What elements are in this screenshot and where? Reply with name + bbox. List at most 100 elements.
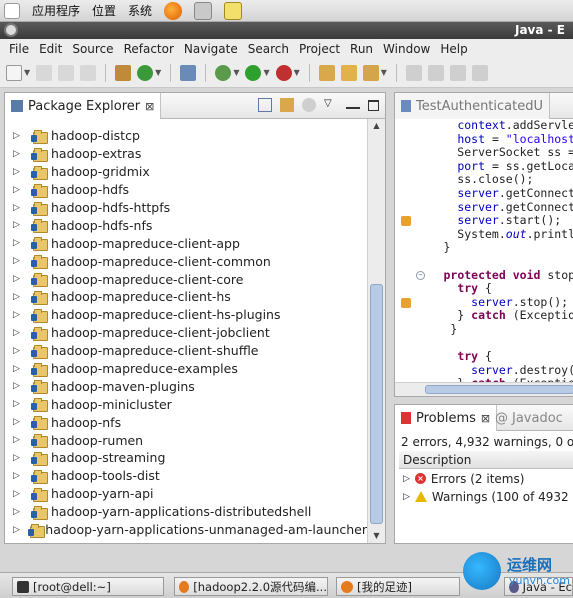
notes-icon[interactable]	[224, 1, 243, 20]
expand-icon[interactable]: ▷	[13, 292, 27, 302]
tree-row[interactable]: ▷ hadoop-mapreduce-client-common	[5, 252, 367, 270]
tools-icon[interactable]	[362, 64, 379, 81]
tree-row[interactable]: ▷ hadoop-mapreduce-client-jobclient	[5, 324, 367, 342]
maximize-icon[interactable]	[368, 99, 379, 111]
tree-row[interactable]: ▷ hadoop-yarn-applications-unmanaged-am-l…	[5, 521, 367, 539]
tree-row[interactable]: ▷ hadoop-hdfs-nfs	[5, 216, 367, 234]
code-line[interactable]	[395, 255, 573, 269]
tree-row[interactable]: ▷ hadoop-extras	[5, 145, 367, 163]
scroll-down-icon[interactable]: ▼	[368, 529, 385, 543]
code-line[interactable]: protected void stop −	[395, 268, 573, 283]
chevron-down-icon[interactable]: ▼	[381, 68, 387, 77]
tree-row[interactable]: ▷ hadoop-minicluster	[5, 395, 367, 413]
taskbar-item-footprint[interactable]: [我的足迹]	[336, 577, 460, 596]
foot-icon[interactable]	[4, 2, 20, 19]
tree-row[interactable]: ▷ hadoop-yarn-api	[5, 485, 367, 503]
tree-row[interactable]: ▷ hadoop-mapreduce-client-shuffle	[5, 342, 367, 360]
taskbar-item-firefox[interactable]: [hadoop2.2.0源代码编...	[174, 577, 328, 596]
code-line[interactable]: port = ss.getLocal	[395, 159, 573, 174]
menu-window[interactable]: Window	[378, 42, 435, 56]
tree-row[interactable]: ▷ hadoop-mapreduce-client-hs-plugins	[5, 306, 367, 324]
pencil-icon[interactable]	[405, 64, 422, 81]
menu-project[interactable]: Project	[294, 42, 345, 56]
code-line[interactable]: }	[395, 241, 573, 255]
tree-row[interactable]: ▷ hadoop-maven-plugins	[5, 377, 367, 395]
tree-row[interactable]: ▷ hadoop-rumen	[5, 431, 367, 449]
code-line[interactable]: try {	[395, 349, 573, 364]
open-type-icon[interactable]	[115, 64, 132, 81]
tree-row[interactable]: ▷ hadoop-mapreduce-client-core	[5, 270, 367, 288]
expand-icon[interactable]: ▷	[13, 328, 27, 338]
tab-problems[interactable]: Problems ⊠	[395, 405, 498, 431]
expand-icon[interactable]: ▷	[13, 346, 27, 356]
code-line[interactable]: ss.close();	[395, 173, 573, 187]
chevron-down-icon[interactable]: ▼	[155, 68, 161, 77]
close-icon[interactable]: ⊠	[481, 412, 490, 425]
code-line[interactable]: }	[395, 322, 573, 337]
menu-search[interactable]: Search	[243, 42, 294, 56]
chevron-down-icon[interactable]: ▼	[233, 68, 239, 77]
new-package-icon[interactable]	[318, 64, 335, 81]
close-icon[interactable]: ⊠	[145, 100, 154, 113]
expand-icon[interactable]: ▷	[13, 203, 27, 213]
minimize-icon[interactable]	[346, 101, 360, 109]
expand-icon[interactable]: ▷	[13, 489, 27, 499]
problem-category-errors[interactable]: ▷ × Errors (2 items)	[403, 470, 524, 487]
collapse-all-icon[interactable]	[258, 98, 272, 112]
scroll-up-icon[interactable]: ▲	[368, 119, 385, 133]
code-line[interactable]: server.getConnecto	[395, 186, 573, 201]
tab-editor-file[interactable]: TestAuthenticatedU	[395, 93, 550, 119]
lightning-icon[interactable]	[427, 64, 444, 81]
open-folder-icon[interactable]	[340, 64, 357, 81]
expand-icon[interactable]: ▷	[13, 507, 27, 517]
expand-icon[interactable]: ▷	[13, 525, 24, 535]
tree-row[interactable]: ▷ hadoop-gridmix	[5, 163, 367, 181]
menu-file[interactable]: File	[4, 42, 34, 56]
tree-row[interactable]: ▷ hadoop-hdfs-httpfs	[5, 199, 367, 217]
expand-icon[interactable]: ▷	[13, 220, 27, 230]
expand-icon[interactable]: ▷	[403, 492, 410, 502]
chevron-down-icon[interactable]: ▼	[24, 68, 30, 77]
tab-package-explorer[interactable]: Package Explorer ⊠	[5, 93, 162, 119]
save-all-icon[interactable]	[58, 64, 75, 81]
expand-icon[interactable]: ▷	[13, 381, 27, 391]
expand-icon[interactable]: ▷	[13, 364, 27, 374]
expand-icon[interactable]: ▷	[13, 310, 27, 320]
expand-icon[interactable]: ▷	[13, 167, 27, 177]
expand-icon[interactable]: ▷	[13, 238, 27, 248]
column-header-description[interactable]: Description	[399, 451, 573, 469]
tree-row[interactable]: ▷ hadoop-distcp	[5, 127, 367, 145]
print-icon[interactable]	[80, 64, 97, 81]
code-line[interactable]: System.out.println	[395, 227, 573, 242]
run-icon[interactable]	[245, 64, 262, 81]
expand-icon[interactable]: ▷	[403, 474, 410, 484]
chevron-down-icon[interactable]: ▼	[263, 68, 269, 77]
chevron-down-icon[interactable]: ▼	[294, 68, 300, 77]
warning-marker-icon[interactable]	[401, 216, 411, 227]
menu-source[interactable]: Source	[67, 42, 118, 56]
expand-icon[interactable]: ▷	[13, 149, 27, 159]
expand-icon[interactable]: ▷	[13, 185, 27, 195]
tree-row[interactable]: ▷ hadoop-hdfs	[5, 181, 367, 199]
annotation-icon[interactable]	[449, 64, 466, 81]
tree-row[interactable]: ▷ hadoop-nfs	[5, 413, 367, 431]
code-line[interactable]: context.addServlet	[395, 118, 573, 133]
refresh-icon[interactable]	[137, 64, 154, 81]
code-line[interactable]: try {	[395, 281, 573, 296]
expand-icon[interactable]: ▷	[13, 453, 27, 463]
code-line[interactable]: } catch (Exception	[395, 309, 573, 323]
horizontal-scrollbar[interactable]	[395, 382, 573, 396]
places-menu[interactable]: 位置	[92, 2, 116, 19]
next-annotation-icon[interactable]	[471, 64, 488, 81]
code-line[interactable]: server.getConnecto	[395, 200, 573, 215]
code-line[interactable]	[395, 337, 573, 351]
applications-menu[interactable]: 应用程序	[32, 2, 80, 19]
expand-icon[interactable]: ▷	[13, 435, 27, 445]
view-menu-icon[interactable]: ▽	[324, 98, 338, 112]
menu-help[interactable]: Help	[435, 42, 472, 56]
expand-icon[interactable]: ▷	[13, 131, 27, 141]
code-line[interactable]: server.stop();	[395, 295, 573, 310]
debug-icon[interactable]	[215, 64, 232, 81]
code-area[interactable]: context.addServlet host = "localhost" Se…	[395, 118, 573, 391]
code-line[interactable]: ServerSocket ss =	[395, 146, 573, 160]
